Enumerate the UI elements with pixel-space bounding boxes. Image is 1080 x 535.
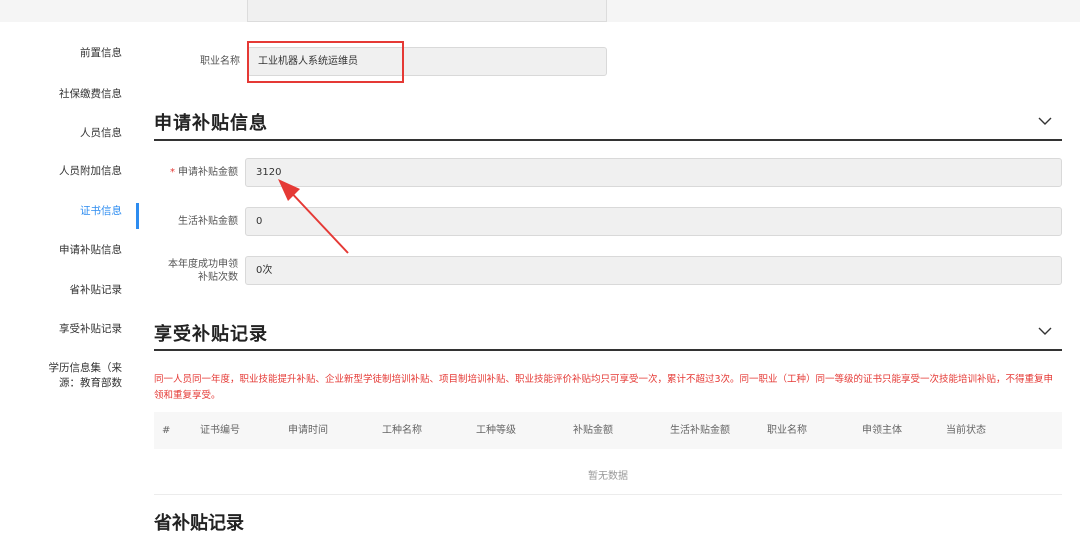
sidebar-item-pre-info[interactable]: 前置信息 bbox=[12, 46, 122, 60]
section-divider bbox=[154, 349, 1062, 351]
red-highlight-box bbox=[247, 41, 404, 83]
sidebar-item-education[interactable]: 学历信息集（来源：教育部数 bbox=[34, 361, 123, 391]
apply-amount-label: * 申请补贴金额 bbox=[150, 166, 238, 179]
col-certificate-no: 证书编号 bbox=[200, 425, 240, 436]
active-indicator bbox=[136, 203, 139, 229]
subsidy-notice: 同一人员同一年度，职业技能提升补贴、企业新型学徒制培训补贴、项目制培训补贴、职业… bbox=[154, 374, 1054, 401]
col-status: 当前状态 bbox=[946, 425, 986, 436]
chevron-down-icon[interactable] bbox=[1038, 326, 1052, 336]
annual-count-label-line2: 补贴次数 bbox=[198, 272, 238, 283]
records-table-header: # 证书编号 申请时间 工种名称 工种等级 补贴金额 生活补贴金额 职业名称 申… bbox=[154, 412, 1062, 449]
col-job-level: 工种等级 bbox=[476, 425, 516, 436]
previous-field-input[interactable] bbox=[247, 0, 607, 22]
annual-count-label: 本年度成功申领 补贴次数 bbox=[150, 258, 238, 284]
col-index: # bbox=[162, 425, 171, 436]
annual-count-label-line1: 本年度成功申领 bbox=[168, 259, 238, 270]
apply-amount-label-text: 申请补贴金额 bbox=[178, 167, 238, 178]
sidebar-item-certificate[interactable]: 证书信息 bbox=[12, 204, 122, 218]
sidebar-item-enjoyed-subsidy[interactable]: 享受补贴记录 bbox=[12, 322, 122, 336]
sidebar-item-subsidy-application[interactable]: 申请补贴信息 bbox=[12, 243, 122, 257]
living-subsidy-label: 生活补贴金额 bbox=[178, 216, 238, 227]
empty-state-text: 暂无数据 bbox=[588, 471, 628, 482]
occupation-label: 职业名称 bbox=[200, 56, 240, 67]
chevron-down-icon[interactable] bbox=[1038, 116, 1052, 126]
apply-amount-input[interactable]: 3120 bbox=[245, 158, 1062, 187]
records-section-title: 享受补贴记录 bbox=[154, 324, 268, 345]
col-occupation: 职业名称 bbox=[767, 425, 807, 436]
col-job-name: 工种名称 bbox=[382, 425, 422, 436]
section-divider bbox=[154, 139, 1062, 141]
subsidy-section-title: 申请补贴信息 bbox=[154, 113, 268, 134]
annual-count-input[interactable]: 0次 bbox=[245, 256, 1062, 285]
sidebar-item-social-security[interactable]: 社保缴费信息 bbox=[12, 87, 122, 101]
col-applicant: 申领主体 bbox=[862, 425, 902, 436]
col-apply-time: 申请时间 bbox=[288, 425, 328, 436]
next-section-title: 省补贴记录 bbox=[154, 513, 244, 534]
sidebar-item-provincial-subsidy[interactable]: 省补贴记录 bbox=[12, 283, 123, 297]
living-subsidy-input[interactable]: 0 bbox=[245, 207, 1062, 236]
col-living-subsidy: 生活补贴金额 bbox=[670, 425, 730, 436]
red-arrow-annotation bbox=[278, 179, 349, 254]
top-bar bbox=[0, 0, 1080, 22]
col-subsidy-amount: 补贴金额 bbox=[573, 425, 613, 436]
records-table-body: 暂无数据 bbox=[154, 449, 1062, 495]
required-marker: * bbox=[170, 167, 175, 178]
sidebar-nav: 前置信息 社保缴费信息 人员信息 人员附加信息 证书信息 申请补贴信息 省补贴记… bbox=[0, 22, 140, 521]
sidebar-item-personnel[interactable]: 人员信息 bbox=[12, 126, 122, 140]
sidebar-item-personnel-extra[interactable]: 人员附加信息 bbox=[12, 164, 122, 178]
